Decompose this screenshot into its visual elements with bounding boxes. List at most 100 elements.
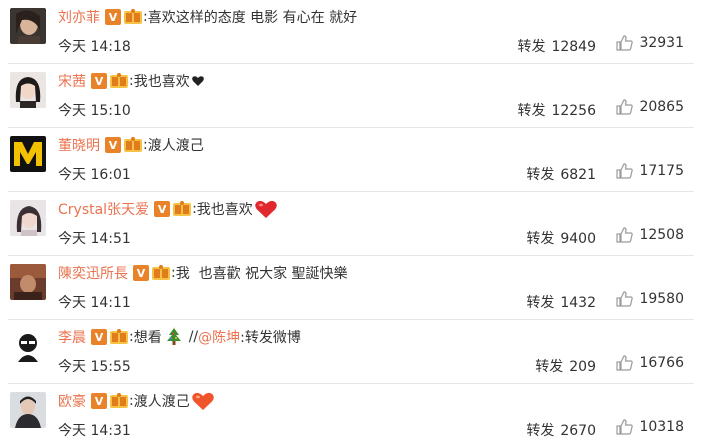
like-button[interactable]: 16766: [616, 355, 684, 371]
comment-row: 李晨 V : 想看 // @陈坤 :转发微博 今天 15:55 转发 209 16…: [0, 320, 706, 384]
fan-level-badge-icon: [109, 393, 129, 409]
black-heart-icon: [191, 76, 204, 86]
repost-label: 转发: [526, 167, 555, 183]
repost-button[interactable]: 转发 209: [535, 356, 596, 376]
repost-count: 1432: [560, 295, 596, 311]
comment-row: 刘亦菲 V : 喜欢这样的态度 电影 有心在 就好 今天 14:18 转发 128…: [0, 0, 706, 64]
verified-badge-icon: V: [91, 73, 107, 89]
comment-text: 渡人渡己: [133, 394, 190, 410]
repost-label: 转发: [517, 103, 546, 119]
comment-line: 陳奕迅所長 V : 我 也喜歡 祝大家 聖誕快樂: [58, 262, 348, 284]
avatar[interactable]: [10, 72, 46, 108]
comment-text: 我也喜欢: [196, 202, 253, 218]
repost-label: 转发: [517, 39, 546, 55]
avatar[interactable]: [10, 264, 46, 300]
comment-time: 今天 14:51: [58, 231, 131, 247]
comment-row: Crystal张天爱 V : 我也喜欢 今天 14:51 转发 9400 1250…: [0, 192, 706, 256]
username-link[interactable]: 欧豪: [58, 391, 86, 411]
comment-text: 喜欢这样的态度 电影 有心在 就好: [147, 10, 358, 26]
like-count: 16766: [639, 355, 684, 371]
comment-line: 李晨 V : 想看 // @陈坤 :转发微博: [58, 326, 301, 348]
repost-count: 209: [569, 359, 596, 375]
thumbs-up-icon: [616, 355, 634, 371]
username-link[interactable]: 宋茜: [58, 71, 86, 91]
quote-separator: //: [188, 329, 199, 345]
comment-time: 今天 15:10: [58, 103, 131, 119]
repost-count: 9400: [560, 231, 596, 247]
quoted-text: :转发微博: [240, 330, 301, 346]
comment-time: 今天 16:01: [58, 167, 131, 183]
like-count: 20865: [639, 99, 684, 115]
verified-badge-icon: V: [154, 201, 171, 217]
username-link[interactable]: 陳奕迅所長: [58, 263, 128, 283]
fan-level-badge-icon: [172, 201, 192, 217]
repost-button[interactable]: 转发 9400: [526, 228, 596, 248]
like-count: 17175: [639, 163, 684, 179]
thumbs-up-icon: [616, 163, 634, 179]
comment-line: 宋茜 V : 我也喜欢: [58, 70, 204, 92]
orange-heart-icon: [191, 392, 214, 411]
comment-row: 宋茜 V : 我也喜欢 今天 15:10 转发 12256 20865: [0, 64, 706, 128]
fan-level-badge-icon: [109, 329, 129, 345]
fan-level-badge-icon: [123, 137, 143, 153]
verified-badge-icon: V: [105, 137, 121, 153]
thumbs-up-icon: [616, 227, 634, 243]
avatar[interactable]: [10, 8, 46, 44]
comment-row: 欧豪 V : 渡人渡己 今天 14:31 转发 2670 10318: [0, 384, 706, 448]
repost-label: 转发: [526, 295, 555, 311]
christmas-tree-icon: [165, 327, 183, 347]
repost-label: 转发: [535, 359, 564, 375]
like-button[interactable]: 19580: [616, 291, 684, 307]
thumbs-up-icon: [616, 35, 634, 51]
comment-time: 今天 15:55: [58, 359, 131, 375]
comment-row: 陳奕迅所長 V : 我 也喜歡 祝大家 聖誕快樂 今天 14:11 转发 1432…: [0, 256, 706, 320]
username-link[interactable]: Crystal张天爱: [58, 199, 149, 219]
repost-count: 12256: [551, 103, 596, 119]
fan-level-badge-icon: [109, 73, 129, 89]
thumbs-up-icon: [616, 419, 634, 435]
comment-time: 今天 14:11: [58, 295, 131, 311]
repost-button[interactable]: 转发 12849: [517, 36, 596, 56]
like-button[interactable]: 32931: [616, 35, 684, 51]
comment-text: 我也喜欢: [133, 74, 190, 90]
verified-badge-icon: V: [91, 393, 107, 409]
fan-level-badge-icon: [123, 9, 143, 25]
comment-text: 我 也喜歡 祝大家 聖誕快樂: [175, 266, 348, 282]
comment-time: 今天 14:31: [58, 423, 131, 439]
comment-time: 今天 14:18: [58, 39, 131, 55]
like-button[interactable]: 17175: [616, 163, 684, 179]
thumbs-up-icon: [616, 99, 634, 115]
like-count: 19580: [639, 291, 684, 307]
like-count: 12508: [639, 227, 684, 243]
repost-button[interactable]: 转发 1432: [526, 292, 596, 312]
username-link[interactable]: 李晨: [58, 327, 86, 347]
like-button[interactable]: 12508: [616, 227, 684, 243]
comment-text: 想看: [133, 330, 162, 346]
comment-line: 董晓明 V : 渡人渡己: [58, 134, 204, 156]
avatar[interactable]: [10, 392, 46, 428]
repost-button[interactable]: 转发 2670: [526, 420, 596, 440]
avatar[interactable]: [10, 136, 46, 172]
verified-badge-icon: V: [105, 9, 121, 25]
repost-count: 12849: [551, 39, 596, 55]
repost-button[interactable]: 转发 12256: [517, 100, 596, 120]
username-link[interactable]: 董晓明: [58, 135, 100, 155]
comment-line: 欧豪 V : 渡人渡己: [58, 390, 214, 412]
repost-button[interactable]: 转发 6821: [526, 164, 596, 184]
like-count: 10318: [639, 419, 684, 435]
like-button[interactable]: 20865: [616, 99, 684, 115]
comment-line: Crystal张天爱 V : 我也喜欢: [58, 198, 277, 220]
thumbs-up-icon: [616, 291, 634, 307]
avatar[interactable]: [10, 200, 46, 236]
verified-badge-icon: V: [133, 265, 149, 281]
username-link[interactable]: 刘亦菲: [58, 7, 100, 27]
like-button[interactable]: 10318: [616, 419, 684, 435]
like-count: 32931: [639, 35, 684, 51]
comment-line: 刘亦菲 V : 喜欢这样的态度 电影 有心在 就好: [58, 6, 357, 28]
comment-list: 刘亦菲 V : 喜欢这样的态度 电影 有心在 就好 今天 14:18 转发 128…: [0, 0, 706, 439]
avatar[interactable]: [10, 328, 46, 364]
mention-link[interactable]: @陈坤: [198, 327, 240, 347]
verified-badge-icon: V: [91, 329, 107, 345]
comment-row: 董晓明 V : 渡人渡己 今天 16:01 转发 6821 17175: [0, 128, 706, 192]
repost-count: 6821: [560, 167, 596, 183]
